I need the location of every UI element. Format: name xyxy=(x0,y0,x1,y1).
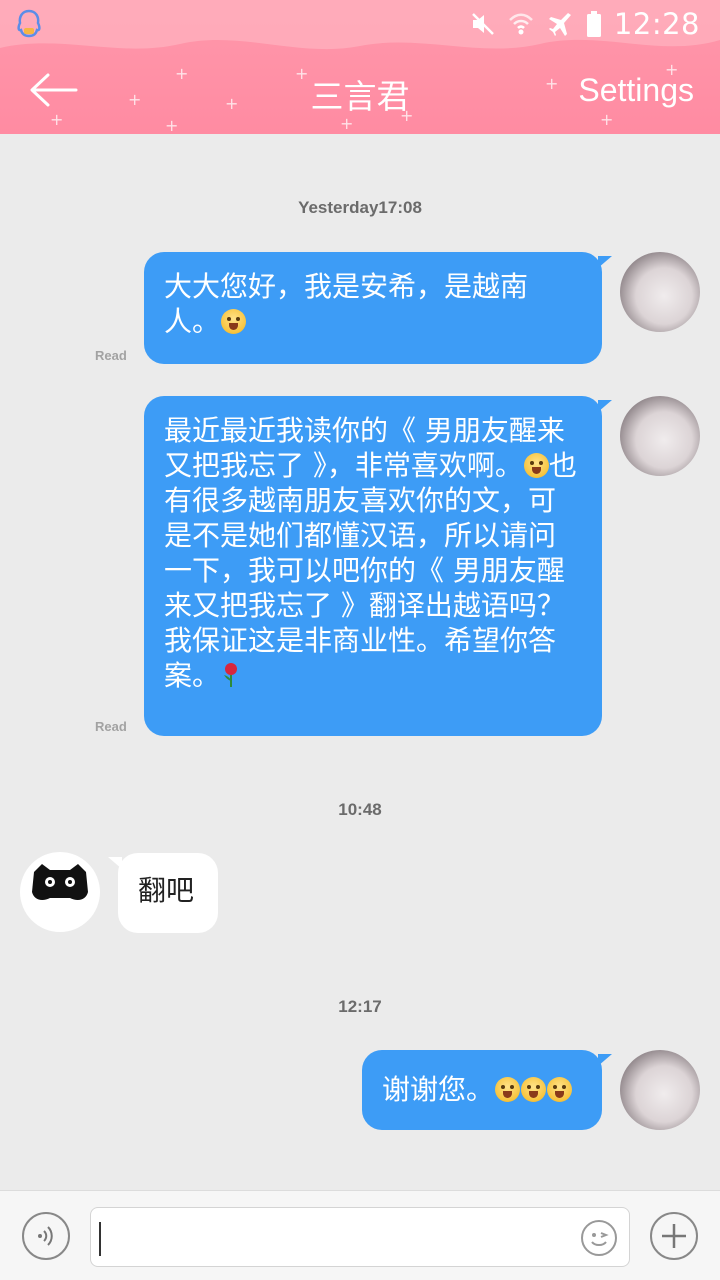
flushed-smile-emoji-icon xyxy=(221,309,247,334)
timestamp: Yesterday17:08 xyxy=(298,198,422,217)
sparkle-decoration: + xyxy=(600,110,614,129)
sparkle-decoration: + xyxy=(225,94,239,113)
message-bubble-outgoing[interactable]: 大大您好，我是安希，是越南人。 xyxy=(144,252,612,364)
qq-icon xyxy=(17,9,41,38)
mute-icon xyxy=(472,13,494,35)
message-bubble-incoming[interactable]: 翻吧 xyxy=(108,853,218,933)
message-text: 大大您好，我是安希，是越南人。 xyxy=(164,270,529,338)
smiley-icon xyxy=(591,1232,609,1246)
message-text: 谢谢您。 xyxy=(382,1073,495,1106)
voice-button[interactable] xyxy=(22,1212,70,1260)
status-bar: 12:28 xyxy=(0,0,720,48)
read-receipt: Read xyxy=(95,719,127,734)
flushed-smile-emoji-icon xyxy=(547,1077,573,1102)
timestamp: 12:17 xyxy=(338,997,382,1016)
sparkle-decoration: + xyxy=(400,106,414,125)
flushed-smile-emoji-icon xyxy=(495,1077,521,1102)
wifi-icon xyxy=(509,13,533,35)
message-bubble-outgoing[interactable]: 最近最近我读你的《 男朋友醒来又把我忘了 》，非常喜欢啊。 也有很多越南朋友喜欢你… xyxy=(144,396,612,736)
battery-icon xyxy=(586,11,601,37)
message-input[interactable] xyxy=(90,1207,630,1267)
arrow-left-icon xyxy=(30,73,78,107)
timestamp: 10:48 xyxy=(338,800,382,819)
status-time: 12:28 xyxy=(613,7,700,41)
flushed-smile-emoji-icon xyxy=(521,1077,547,1102)
sparkle-decoration: + xyxy=(545,74,559,93)
message-text: 翻吧 xyxy=(138,874,195,907)
app-header: + + + + + + + + + + + 12:28 三言君 Settings xyxy=(0,0,720,134)
sparkle-decoration: + xyxy=(165,116,179,134)
message-bubble-outgoing[interactable]: 谢谢您。 xyxy=(362,1050,612,1130)
scream-emoji-icon xyxy=(523,453,549,478)
voice-icon xyxy=(38,1226,53,1246)
rose-emoji-icon xyxy=(224,663,238,687)
sparkle-decoration: + xyxy=(340,114,354,133)
chat-message-list[interactable]: Yesterday17:08 Read 大大您好，我是安希，是越南人。 Read… xyxy=(0,134,720,1190)
sparkle-decoration: + xyxy=(175,64,189,83)
plus-icon xyxy=(662,1224,686,1248)
emoji-button[interactable] xyxy=(581,1220,617,1256)
airplane-icon xyxy=(548,13,571,36)
settings-button[interactable]: Settings xyxy=(578,72,694,109)
message-text: 也有很多越南朋友喜欢你的文，可是不是她们都懂汉语，所以请问一下，我可以吧你的《 … xyxy=(164,449,577,692)
my-avatar[interactable] xyxy=(620,396,700,476)
text-caret xyxy=(99,1222,101,1256)
message-text: 最近最近我读你的《 男朋友醒来又把我忘了 》，非常喜欢啊。 xyxy=(164,414,565,482)
sparkle-decoration: + xyxy=(50,110,64,129)
contact-avatar[interactable] xyxy=(20,852,100,932)
my-avatar[interactable] xyxy=(620,252,700,332)
plus-button[interactable] xyxy=(650,1212,698,1260)
back-button[interactable] xyxy=(26,70,80,110)
cat-avatar-icon xyxy=(32,864,88,900)
sparkle-decoration: + xyxy=(128,90,142,109)
sparkle-decoration: + xyxy=(295,64,309,83)
read-receipt: Read xyxy=(95,348,127,363)
my-avatar[interactable] xyxy=(620,1050,700,1130)
message-input-bar xyxy=(0,1190,720,1280)
